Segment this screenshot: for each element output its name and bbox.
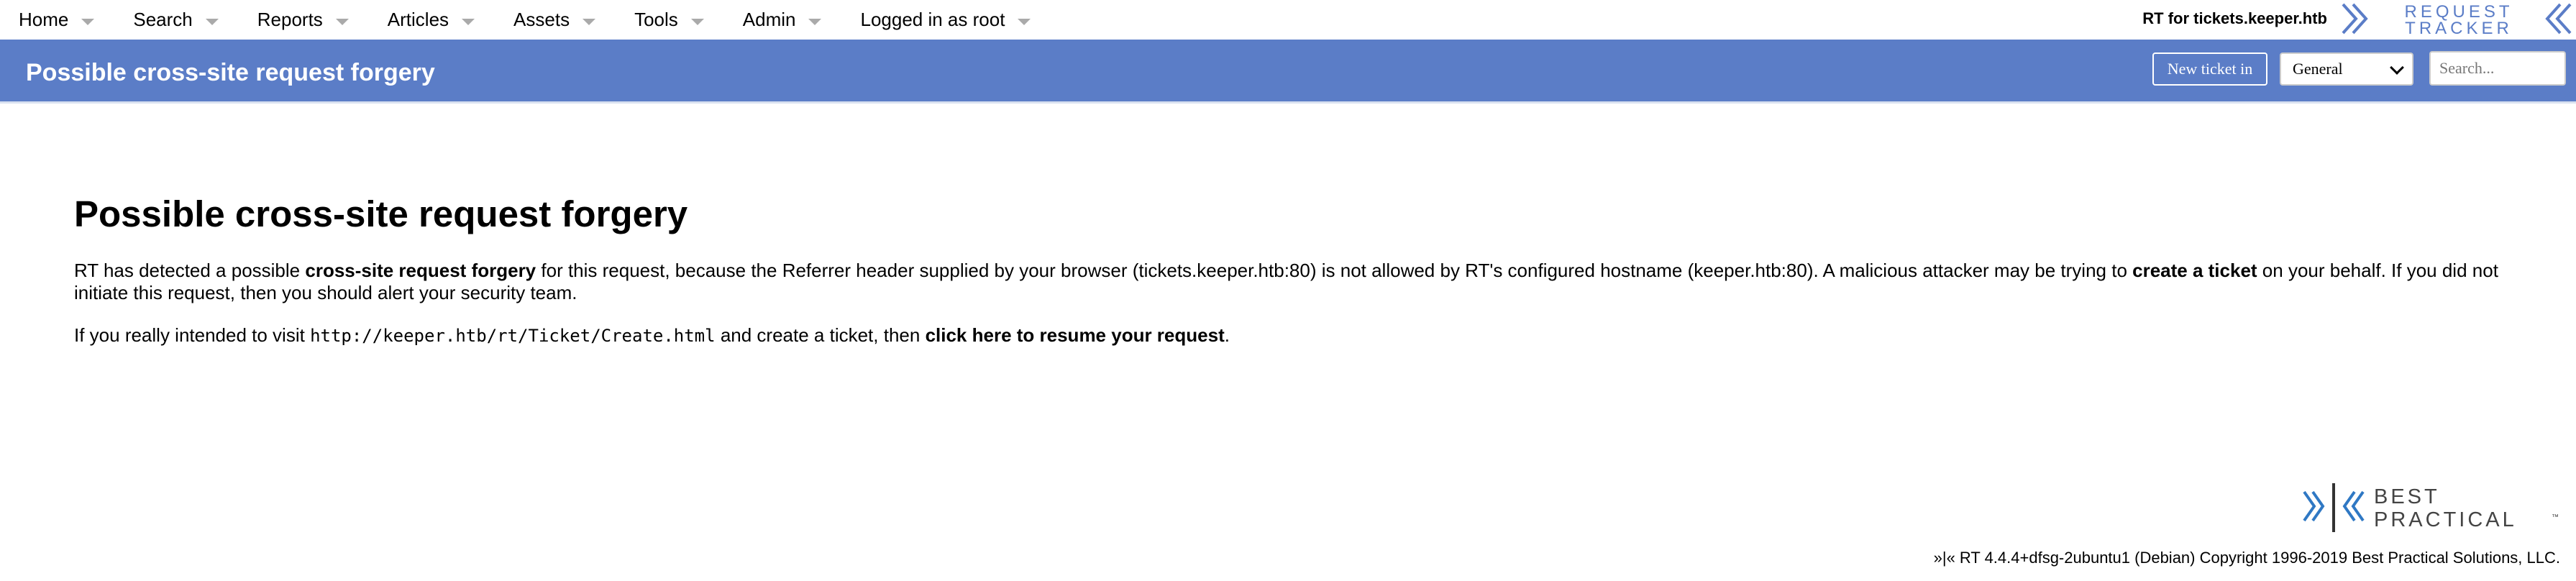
chevron-down-icon xyxy=(2390,60,2404,75)
footer-copyright: »|« RT 4.4.4+dfsg-2ubuntu1 (Debian) Copy… xyxy=(1933,549,2560,567)
resume-text-1: If you really intended to visit xyxy=(74,324,311,346)
nav-admin[interactable]: Admin xyxy=(724,0,842,40)
bp-logo-practical: PRACTICAL xyxy=(2374,508,2517,531)
request-tracker-logo[interactable]: REQUEST TRACKER xyxy=(2339,1,2573,36)
resume-text-2: and create a ticket, then xyxy=(715,324,926,346)
chevron-down-icon xyxy=(335,19,349,25)
best-practical-logo[interactable]: BEST PRACTICAL ™ xyxy=(2301,482,2562,534)
nav-articles[interactable]: Articles xyxy=(369,0,495,40)
csrf-emphasis: cross-site request forgery xyxy=(305,260,536,281)
queue-select-value: General xyxy=(2293,60,2343,78)
chevron-down-icon xyxy=(205,19,219,25)
chevron-down-icon xyxy=(81,19,95,25)
new-ticket-button[interactable]: New ticket in xyxy=(2152,52,2267,86)
resume-instructions: If you really intended to visit http://k… xyxy=(74,324,2519,347)
main-content: Possible cross-site request forgery RT h… xyxy=(74,193,2519,347)
chevron-down-icon xyxy=(462,19,475,25)
nav-home[interactable]: Home xyxy=(0,0,114,40)
chevron-down-icon xyxy=(808,19,822,25)
nav-tools[interactable]: Tools xyxy=(616,0,724,40)
queue-select[interactable]: General xyxy=(2280,52,2413,86)
search-input[interactable] xyxy=(2429,51,2566,86)
nav-search[interactable]: Search xyxy=(114,0,238,40)
nav-home-label: Home xyxy=(19,9,69,30)
resume-request-link[interactable]: click here to resume your request xyxy=(926,324,1225,346)
nav-assets-label: Assets xyxy=(513,9,570,30)
nav-articles-label: Articles xyxy=(387,9,449,30)
error-heading: Possible cross-site request forgery xyxy=(74,193,688,234)
logo-text-tracker: TRACKER xyxy=(2405,19,2513,36)
top-menu-bar: Home Search Reports Articles Assets Tool… xyxy=(0,0,2576,40)
nav-reports-label: Reports xyxy=(257,9,323,30)
bp-logo-best: BEST xyxy=(2374,485,2440,508)
csrf-text-2: for this request, because the Referrer h… xyxy=(536,260,2133,281)
nav-reports[interactable]: Reports xyxy=(239,0,369,40)
nav-tools-label: Tools xyxy=(634,9,678,30)
rt-instance-name: RT for tickets.keeper.htb xyxy=(2142,9,2327,27)
csrf-text-1: RT has detected a possible xyxy=(74,260,306,281)
nav-logged-in-user[interactable]: Logged in as root xyxy=(841,0,1051,40)
page-title: Possible cross-site request forgery xyxy=(26,59,435,86)
nav-admin-label: Admin xyxy=(742,9,796,30)
nav-search-label: Search xyxy=(133,9,193,30)
nav-assets[interactable]: Assets xyxy=(495,0,616,40)
chevron-down-icon xyxy=(583,19,596,25)
action-emphasis: create a ticket xyxy=(2132,260,2257,281)
chevron-down-icon xyxy=(1018,19,1031,25)
resume-text-3: . xyxy=(1224,324,1230,346)
chevron-down-icon xyxy=(690,19,704,25)
csrf-explanation: RT has detected a possible cross-site re… xyxy=(74,260,2519,304)
bp-logo-trademark: ™ xyxy=(2552,513,2559,521)
target-url: http://keeper.htb/rt/Ticket/Create.html xyxy=(310,326,716,346)
main-nav: Home Search Reports Articles Assets Tool… xyxy=(0,0,1051,40)
nav-logged-in-user-label: Logged in as root xyxy=(860,9,1005,30)
